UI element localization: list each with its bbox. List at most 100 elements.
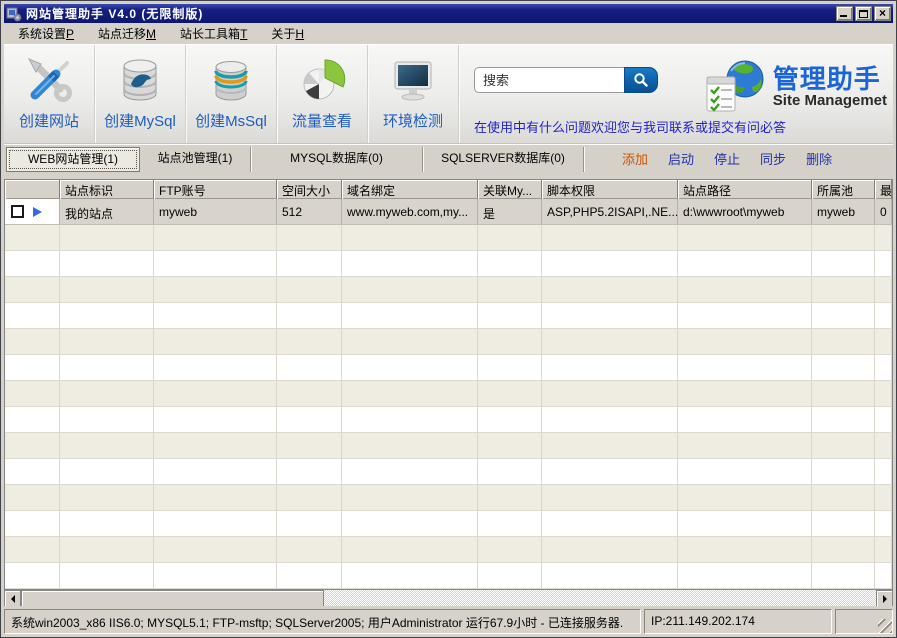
cell-site-path: d:\wwwroot\myweb	[678, 199, 812, 224]
column-header-site-label[interactable]: 站点标识	[60, 180, 154, 199]
app-icon	[6, 6, 22, 22]
column-header-ftp-account[interactable]: FTP账号	[154, 180, 277, 199]
create-mssql-button[interactable]: 创建MsSql	[186, 45, 277, 143]
menu-item-system-settings[interactable]: 系统设置P	[10, 23, 82, 44]
site-actions: 添加 启动 停止 同步 删除	[622, 147, 832, 172]
column-header-related-mysql[interactable]: 关联My...	[478, 180, 542, 199]
menu-bar: 系统设置P 站点迁移M 站长工具箱T 关于H	[4, 23, 893, 44]
app-window: 网站管理助手 V4.0 (无限制版) × 系统设置P 站点迁移M 站长工具箱T …	[0, 0, 897, 638]
tab-sqlserver-database[interactable]: SQLSERVER数据库(0)	[423, 147, 584, 172]
column-header-max[interactable]: 最大	[875, 180, 892, 199]
horizontal-scrollbar[interactable]	[4, 589, 893, 606]
arrow-right-icon	[883, 595, 887, 603]
empty-row	[5, 537, 892, 563]
column-header-site-path[interactable]: 站点路径	[678, 180, 812, 199]
row-checkbox[interactable]	[11, 205, 24, 218]
pie-chart-icon	[298, 57, 346, 105]
tab-web-site-management[interactable]: WEB网站管理(1)	[6, 147, 140, 172]
empty-row	[5, 563, 892, 589]
empty-row	[5, 381, 892, 407]
start-site-link[interactable]: 启动	[668, 147, 694, 172]
delete-site-link[interactable]: 删除	[806, 147, 832, 172]
ip-address-panel: IP:211.149.202.174	[644, 609, 832, 634]
toolbar-button-label: 创建网站	[19, 110, 79, 131]
minimize-button[interactable]	[836, 6, 853, 21]
search-bar	[474, 67, 658, 93]
empty-row	[5, 277, 892, 303]
logo-subtitle: Site Managemet	[773, 92, 887, 109]
mssql-database-icon	[207, 57, 255, 105]
tab-strip: WEB网站管理(1) 站点池管理(1) MYSQL数据库(0) SQLSERVE…	[4, 144, 893, 179]
cell-ftp-account: myweb	[154, 199, 277, 224]
mysql-database-icon	[116, 57, 164, 105]
resize-grip[interactable]	[878, 619, 892, 633]
cell-domain-bind: www.myweb.com,my...	[342, 199, 478, 224]
traffic-view-button[interactable]: 流量查看	[277, 45, 368, 143]
column-header-domain-bind[interactable]: 域名绑定	[342, 180, 478, 199]
tools-icon	[25, 57, 73, 105]
empty-row	[5, 407, 892, 433]
empty-row	[5, 511, 892, 537]
tab-mysql-database[interactable]: MYSQL数据库(0)	[251, 147, 423, 172]
toolbar-button-label: 环境检测	[383, 110, 443, 131]
cell-max: 0	[875, 199, 892, 224]
title-bar[interactable]: 网站管理助手 V4.0 (无限制版) ×	[4, 4, 893, 23]
scroll-left-button[interactable]	[4, 590, 21, 607]
system-info-panel: 系统win2003_x86 IIS6.0; MYSQL5.1; FTP-msft…	[4, 609, 641, 634]
menu-item-site-migration[interactable]: 站点迁移M	[90, 23, 164, 44]
empty-row	[5, 251, 892, 277]
close-icon: ×	[875, 7, 890, 20]
create-mysql-button[interactable]: 创建MySql	[95, 45, 186, 143]
empty-row	[5, 355, 892, 381]
environment-check-button[interactable]: 环境检测	[368, 45, 459, 143]
minimize-icon	[840, 15, 847, 17]
search-input[interactable]	[474, 67, 624, 93]
status-corner-panel	[835, 609, 893, 634]
column-header-select[interactable]	[5, 180, 60, 199]
window-title: 网站管理助手 V4.0 (无限制版)	[26, 5, 203, 22]
cell-site-label: 我的站点	[60, 199, 154, 224]
help-link[interactable]: 在使用中有什么问题欢迎您与我司联系或提交有问必答	[474, 117, 786, 136]
empty-row	[5, 433, 892, 459]
sync-site-link[interactable]: 同步	[760, 147, 786, 172]
toolbar: 创建网站 创建MySql 创建MsSql	[4, 44, 893, 144]
search-button[interactable]	[624, 67, 658, 93]
globe-checklist-icon	[705, 57, 769, 117]
empty-row	[5, 485, 892, 511]
search-icon	[633, 72, 649, 88]
scrollbar-track[interactable]	[324, 590, 876, 606]
toolbar-button-label: 流量查看	[292, 110, 352, 131]
maximize-button[interactable]	[855, 6, 872, 21]
close-button[interactable]: ×	[874, 6, 891, 21]
tab-site-pool-management[interactable]: 站点池管理(1)	[140, 147, 251, 172]
empty-row	[5, 225, 892, 251]
row-running-icon	[33, 207, 42, 217]
menu-item-webmaster-toolbox[interactable]: 站长工具箱T	[172, 23, 255, 44]
create-website-button[interactable]: 创建网站	[4, 45, 95, 143]
cell-space-size: 512	[277, 199, 342, 224]
arrow-left-icon	[11, 595, 15, 603]
toolbar-button-label: 创建MsSql	[195, 110, 267, 131]
scroll-right-button[interactable]	[876, 590, 893, 607]
cell-script-permission: ASP,PHP5.2ISAPI,.NE...	[542, 199, 678, 224]
logo-title: 管理助手	[773, 66, 887, 92]
toolbar-button-label: 创建MySql	[104, 110, 176, 131]
status-bar: 系统win2003_x86 IIS6.0; MYSQL5.1; FTP-msft…	[4, 606, 893, 634]
table-row[interactable]: 我的站点 myweb 512 www.myweb.com,my... 是 ASP…	[5, 199, 892, 225]
empty-row	[5, 303, 892, 329]
cell-pool: myweb	[812, 199, 875, 224]
column-header-script-permission[interactable]: 脚本权限	[542, 180, 678, 199]
maximize-icon	[859, 10, 868, 18]
scrollbar-thumb[interactable]	[21, 590, 324, 607]
row-select-cell	[5, 199, 60, 224]
empty-row	[5, 459, 892, 485]
empty-row	[5, 329, 892, 355]
site-table: 站点标识 FTP账号 空间大小 域名绑定 关联My... 脚本权限 站点路径 所…	[4, 179, 893, 589]
column-header-space-size[interactable]: 空间大小	[277, 180, 342, 199]
brand-logo: 管理助手 Site Managemet	[705, 57, 887, 117]
column-header-pool[interactable]: 所属池	[812, 180, 875, 199]
cell-related-mysql: 是	[478, 199, 542, 224]
stop-site-link[interactable]: 停止	[714, 147, 740, 172]
add-site-link[interactable]: 添加	[622, 147, 648, 172]
menu-item-about[interactable]: 关于H	[263, 23, 312, 44]
